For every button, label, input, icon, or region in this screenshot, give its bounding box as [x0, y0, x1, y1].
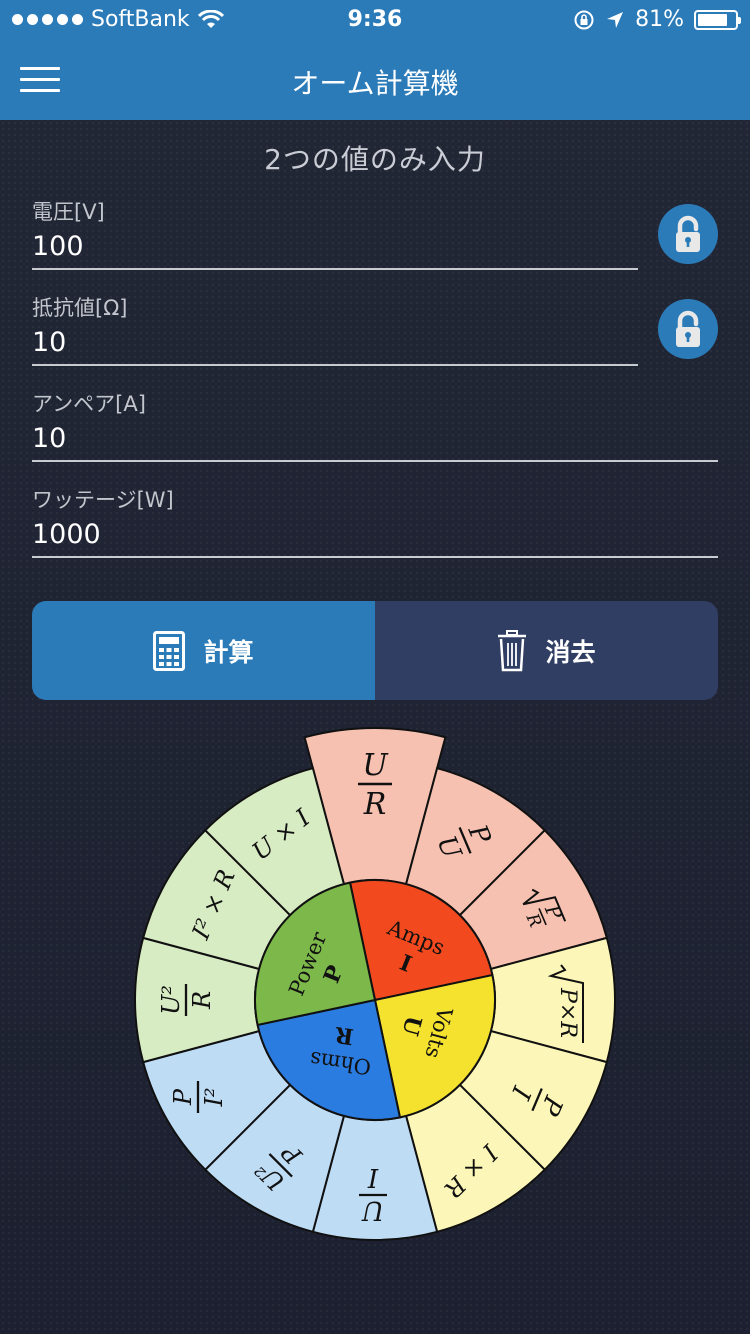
- current-label: アンペア[A]: [32, 392, 146, 416]
- resistance-input[interactable]: 10: [32, 322, 638, 364]
- clear-button[interactable]: 消去: [375, 601, 718, 700]
- wattage-label: ワッテージ[W]: [32, 488, 174, 512]
- battery-icon: [694, 9, 741, 30]
- voltage-label: 電圧[V]: [32, 200, 105, 224]
- svg-text:I: I: [367, 1162, 379, 1192]
- nav-bar: オーム計算機: [0, 40, 750, 120]
- wattage-input[interactable]: 1000: [32, 514, 718, 556]
- status-bar: SoftBank 9:36 81%: [0, 0, 750, 40]
- instruction-text: 2つの値のみ入力: [264, 143, 486, 176]
- ohms-law-wheel: U R P U P R P×R P I I × R U I U² P P I² …: [134, 727, 616, 1241]
- location-arrow-icon: [607, 11, 624, 28]
- current-field[interactable]: アンペア[A] 10: [32, 388, 718, 462]
- current-underline: [32, 460, 718, 462]
- voltage-lock-button[interactable]: [658, 204, 718, 264]
- svg-text:I²: I²: [200, 1087, 228, 1107]
- trash-icon: [498, 629, 527, 671]
- voltage-field[interactable]: 電圧[V] 100: [32, 196, 638, 270]
- svg-text:R: R: [188, 991, 216, 1010]
- clear-label: 消去: [545, 637, 596, 667]
- page-title: オーム計算機: [291, 67, 459, 100]
- calculate-label: 計算: [203, 637, 254, 667]
- calculate-button[interactable]: 計算: [32, 601, 375, 700]
- voltage-input[interactable]: 100: [32, 226, 638, 268]
- resistance-label: 抵抗値[Ω]: [32, 296, 128, 320]
- resistance-field[interactable]: 抵抗値[Ω] 10: [32, 292, 638, 366]
- wattage-field[interactable]: ワッテージ[W] 1000: [32, 484, 718, 558]
- battery-percent: 81%: [635, 7, 684, 32]
- rotation-lock-icon: [574, 10, 594, 29]
- svg-text:U²: U²: [157, 985, 185, 1015]
- lock-open-icon: [676, 310, 700, 347]
- current-input[interactable]: 10: [32, 418, 718, 460]
- svg-text:R: R: [363, 787, 387, 822]
- svg-text:U: U: [362, 748, 389, 783]
- status-right: 81%: [573, 7, 741, 32]
- lock-open-icon: [676, 215, 700, 252]
- action-button-bar: 計算 消去: [32, 601, 718, 700]
- svg-text:P×R: P×R: [555, 987, 580, 1038]
- resistance-lock-button[interactable]: [658, 299, 718, 359]
- wattage-underline: [32, 556, 718, 558]
- svg-text:U: U: [361, 1195, 384, 1225]
- calculator-icon: [153, 630, 186, 671]
- voltage-underline: [32, 268, 638, 270]
- resistance-underline: [32, 364, 638, 366]
- svg-text:P: P: [169, 1088, 197, 1106]
